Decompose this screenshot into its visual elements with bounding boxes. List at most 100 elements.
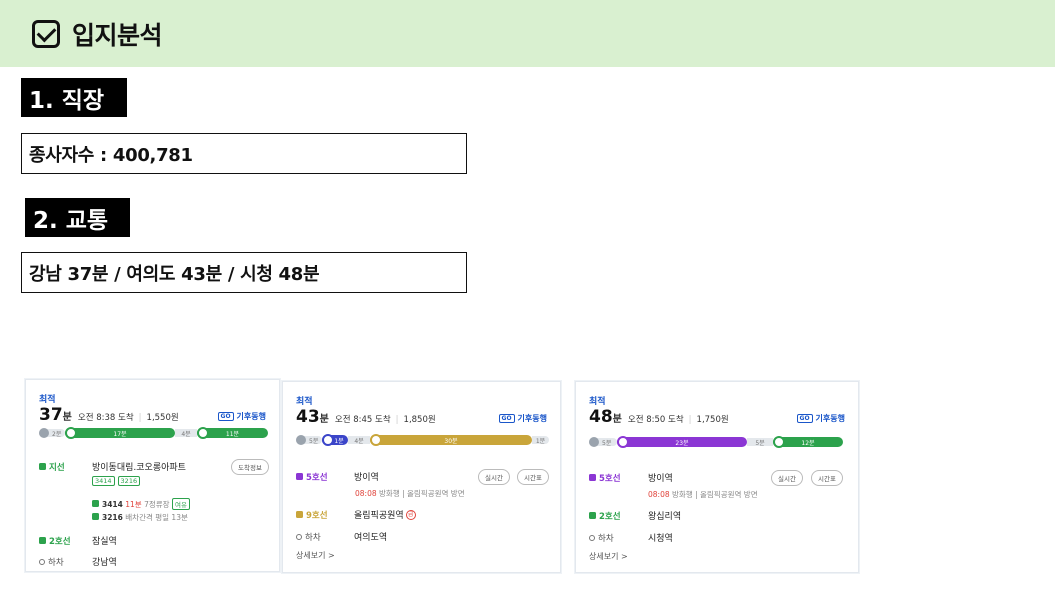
climate-pass-label: 기후동행	[815, 414, 845, 423]
subway-icon	[589, 512, 596, 519]
alight-label: 하차	[39, 556, 92, 568]
alight-station: 강남역	[92, 558, 117, 568]
timetable-button[interactable]: 시간표	[811, 470, 843, 486]
subway-pin-icon	[773, 436, 785, 448]
climate-pass-label: 기후동행	[517, 414, 547, 423]
climate-pass-label: 기후동행	[236, 412, 266, 421]
bus-line-name: 지선	[49, 462, 65, 473]
realtime-button[interactable]: 실시간	[478, 469, 510, 485]
separator: |	[688, 415, 692, 425]
line-name: 5호선	[306, 472, 328, 483]
line-name: 9호선	[306, 510, 328, 521]
bus-time: 1분	[334, 437, 344, 445]
line-label: 5호선	[589, 472, 648, 484]
bus-icon	[39, 463, 46, 470]
bus-line-label: 지선	[39, 461, 92, 473]
subway-time: 11분	[225, 430, 240, 438]
route-minutes: 37	[39, 405, 63, 425]
express-icon: 급	[405, 509, 416, 520]
route-bar: 5분 1분 4분 30분 1분	[296, 434, 549, 446]
station-name: 잠실역	[92, 537, 117, 547]
route-card-gangnam[interactable]: 최적 37 분 오전 8:38 도착 | 1,550원 GO 기후동행 2분 17…	[25, 379, 280, 572]
timetable-button[interactable]: 시간표	[517, 469, 549, 485]
bus-time: 17분	[113, 430, 127, 438]
arrival-info-button[interactable]: 도착정보	[231, 459, 269, 475]
route-minutes: 43	[296, 407, 320, 427]
go-icon: GO	[498, 414, 515, 423]
subway-row: 2호선 잠실역	[39, 534, 117, 547]
climate-pass[interactable]: GO 기후동행	[796, 413, 845, 424]
train-direction: 방화행 | 올림픽공원역 방면	[672, 490, 758, 499]
walk-icon	[589, 437, 599, 447]
subway-pin-icon	[197, 427, 209, 439]
fare: 1,750원	[696, 415, 729, 425]
route-unit: 분	[319, 414, 329, 425]
bus-stops-left: 7정류장	[144, 500, 170, 509]
bus-icon	[92, 500, 99, 507]
walk-time: 5분	[309, 437, 319, 445]
line-label: 9호선	[296, 509, 354, 521]
bus-tags: 3414 3216	[92, 476, 143, 486]
subway-pin-icon	[617, 436, 629, 448]
bus-segment: 17분	[65, 427, 175, 439]
bus-pin-icon	[65, 427, 77, 439]
line5-row: 5호선 방이역	[296, 470, 379, 483]
bus-tag-3414[interactable]: 3414	[92, 476, 115, 486]
subway-time: 30분	[444, 437, 458, 445]
transit-info-box: 강남 37분 / 여의도 43분 / 시청 48분	[21, 252, 467, 293]
section-label-transit: 2. 교통	[25, 198, 130, 237]
best-label: 최적	[589, 397, 606, 407]
alight-station: 시청역	[648, 534, 673, 544]
route-card-cityhall[interactable]: 최적 48 분 오전 8:50 도착 | 1,750원 GO 기후동행 5분 23…	[575, 381, 859, 573]
climate-pass[interactable]: GO 기후동행	[217, 411, 266, 422]
walk-time: 5분	[602, 439, 612, 447]
subway-icon	[39, 537, 46, 544]
bus-stop-name: 방이동대림.코오롱아파트	[92, 463, 186, 473]
realtime-button[interactable]: 실시간	[771, 470, 803, 486]
subway-pin-icon	[370, 434, 382, 446]
subway-time: 23분	[675, 439, 689, 447]
bus-pin-icon	[322, 434, 334, 446]
subway-icon	[296, 511, 303, 518]
alight-row: 하차 시청역	[589, 531, 673, 544]
line-label: 2호선	[589, 510, 648, 522]
bus-number: 3216	[102, 513, 123, 522]
fare: 1,850원	[403, 415, 436, 425]
station-name: 방이역	[648, 474, 673, 484]
header-bar: 입지분석	[0, 0, 1055, 67]
alight-station: 여의도역	[354, 533, 388, 543]
best-label: 최적	[39, 395, 56, 405]
subway-icon	[589, 474, 596, 481]
work-info-box: 종사자수 : 400,781	[21, 133, 467, 174]
arrival-time: 오전 8:45 도착	[334, 415, 391, 425]
transfer-segment: 4분	[348, 436, 370, 445]
train-time: 08:08	[648, 490, 670, 499]
detail-link[interactable]: 상세보기 >	[589, 551, 628, 562]
separator: |	[138, 413, 142, 423]
bus-interval: 배차간격 평일 13분	[125, 513, 188, 522]
walk-time: 2분	[52, 430, 62, 438]
bus-arrival-time: 11분	[125, 500, 142, 509]
alight-label: 하차	[296, 531, 354, 543]
train-note: 08:08 방화행 | 올림픽공원역 방면	[355, 488, 465, 499]
fare: 1,550원	[146, 413, 179, 423]
best-label: 최적	[296, 397, 313, 407]
bus-arrival-1: 3414 11분 7정류장 여유	[92, 498, 193, 510]
line2-row: 2호선 왕십리역	[589, 509, 681, 522]
bus-row: 지선 방이동대림.코오롱아파트	[39, 460, 186, 473]
alight-icon	[589, 534, 595, 541]
route-unit: 분	[62, 412, 72, 423]
route-card-yeouido[interactable]: 최적 43 분 오전 8:45 도착 | 1,850원 GO 기후동행 5분 1분…	[282, 381, 561, 573]
bus-tag-3216[interactable]: 3216	[117, 476, 141, 486]
subway-icon	[296, 473, 303, 480]
alight-icon	[39, 558, 45, 565]
detail-link[interactable]: 상세보기 >	[296, 550, 335, 561]
line-name: 2호선	[599, 511, 621, 522]
alight-label: 하차	[589, 532, 648, 544]
walk-icon	[39, 428, 49, 438]
go-icon: GO	[796, 414, 813, 423]
route-bar: 5분 23분 5분 12분	[589, 436, 843, 448]
station-name: 방이역	[354, 473, 379, 483]
subway-segment-2: 12분	[773, 436, 843, 448]
climate-pass[interactable]: GO 기후동행	[498, 413, 547, 424]
